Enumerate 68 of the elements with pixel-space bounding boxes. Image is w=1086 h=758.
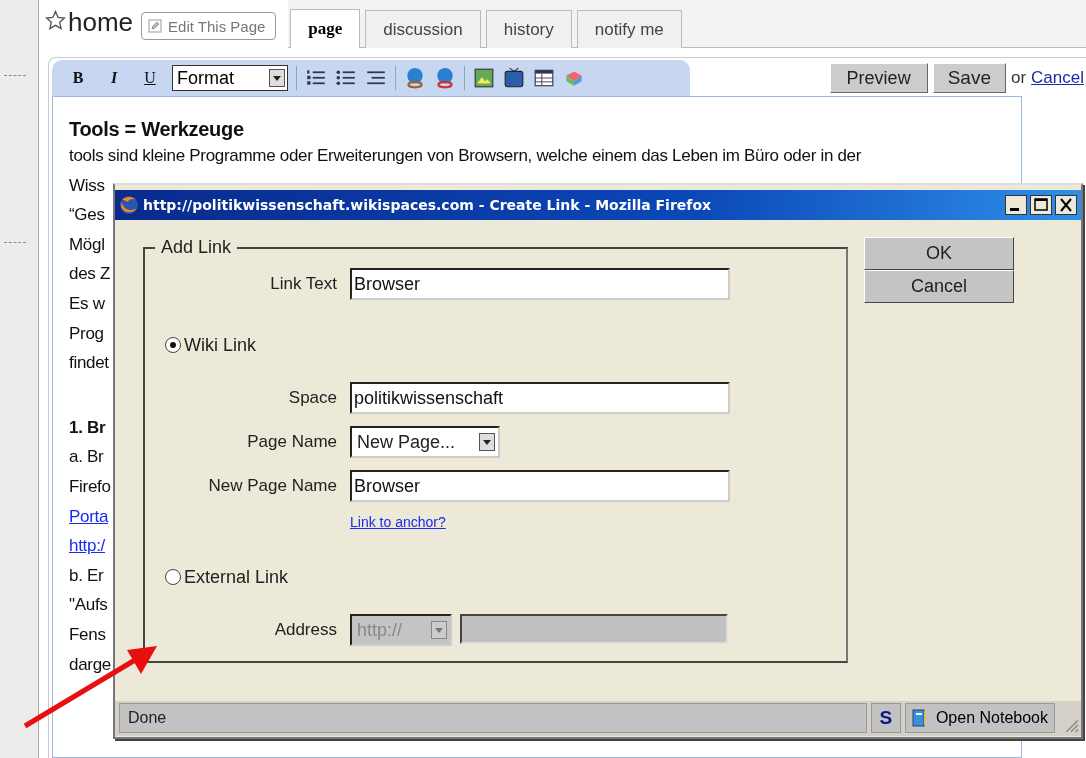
group-title: Add Link: [160, 237, 233, 258]
content-heading: Tools = Werkzeuge: [69, 117, 245, 141]
tab[interactable]: history: [485, 10, 572, 48]
content-text: “Ges: [69, 205, 105, 225]
content-link[interactable]: Porta: [69, 506, 109, 526]
content-link[interactable]: http:/: [69, 536, 105, 556]
content-text: des Z: [69, 264, 111, 284]
content-text: b. Er: [69, 565, 104, 585]
text-field[interactable]: Browser: [350, 268, 730, 300]
close-icon[interactable]: [1055, 195, 1077, 215]
page-title: home: [68, 7, 134, 38]
anchor-link[interactable]: Link to anchor?: [350, 514, 846, 530]
content-text: "Aufs: [69, 595, 108, 615]
field-label: New Page Name: [207, 476, 337, 496]
star-icon[interactable]: [45, 10, 66, 31]
text-field[interactable]: Browser: [350, 470, 730, 502]
field-label: Page Name: [246, 432, 337, 452]
radio-label[interactable]: External Link: [184, 566, 289, 588]
tab[interactable]: notify me: [576, 10, 682, 48]
tab[interactable]: discussion: [365, 10, 481, 48]
dialog-button[interactable]: OK: [864, 237, 1014, 270]
save-button[interactable]: Save: [932, 63, 1006, 93]
table-icon[interactable]: [533, 67, 555, 89]
notebook-icon: [911, 709, 926, 727]
page-dropdown[interactable]: New Page...: [350, 426, 500, 458]
maximize-icon[interactable]: [1030, 195, 1052, 215]
text-field[interactable]: politikwissenschaft: [350, 382, 730, 414]
dialog-button[interactable]: Cancel: [864, 270, 1014, 303]
minimize-icon[interactable]: [1005, 195, 1027, 215]
content-text: tools sind kleine Programme oder Erweiterungen von Browsern, welche einem das Leben im Büro oder in der: [69, 146, 862, 165]
content-text: Prog: [69, 323, 104, 343]
or-text: or: [1010, 68, 1027, 88]
cancel-link[interactable]: Cancel: [1031, 68, 1084, 88]
addon-badge[interactable]: S: [870, 703, 901, 733]
content-text: darge: [69, 654, 111, 674]
dash-mark: [4, 75, 26, 76]
content-text: Firefo: [69, 476, 111, 496]
content-text: Mögl: [69, 234, 105, 254]
content-text: findet: [69, 353, 109, 373]
pencil-icon: [148, 19, 163, 33]
content-text: Fens: [69, 624, 106, 644]
preview-button[interactable]: Preview: [829, 63, 928, 93]
status-text: Done: [119, 703, 867, 733]
content-text: a. Br: [69, 447, 104, 467]
globe-link-icon[interactable]: [434, 67, 456, 89]
globe-link-icon[interactable]: [404, 67, 426, 89]
format-button[interactable]: I: [100, 69, 128, 87]
radio-button[interactable]: [165, 337, 181, 353]
dash-mark: [4, 242, 26, 243]
content-text: Es w: [69, 293, 105, 313]
format-button[interactable]: B: [64, 69, 92, 87]
edit-page-button[interactable]: Edit This Page: [141, 12, 277, 40]
radio-label[interactable]: Wiki Link: [184, 334, 256, 356]
content-text: 1. Br: [69, 417, 106, 437]
format-button[interactable]: U: [136, 69, 164, 87]
format-dropdown[interactable]: Format: [172, 65, 288, 91]
content-text: Wiss: [69, 175, 105, 195]
notebook-button[interactable]: Open Notebook: [904, 703, 1055, 733]
window-title: http://politikwissenschaft.wikispaces.com - Create Link - Mozilla Firefox: [143, 197, 713, 213]
tv-icon[interactable]: [503, 67, 525, 89]
field-label: Space: [287, 388, 337, 408]
resize-grip-icon[interactable]: [1063, 717, 1079, 733]
field-label: Link Text: [269, 274, 337, 294]
globe-icon: [119, 195, 139, 215]
field-label: Address: [273, 620, 337, 640]
radio-button[interactable]: [165, 569, 181, 585]
image-icon[interactable]: [473, 67, 495, 89]
tab[interactable]: page: [290, 9, 361, 48]
